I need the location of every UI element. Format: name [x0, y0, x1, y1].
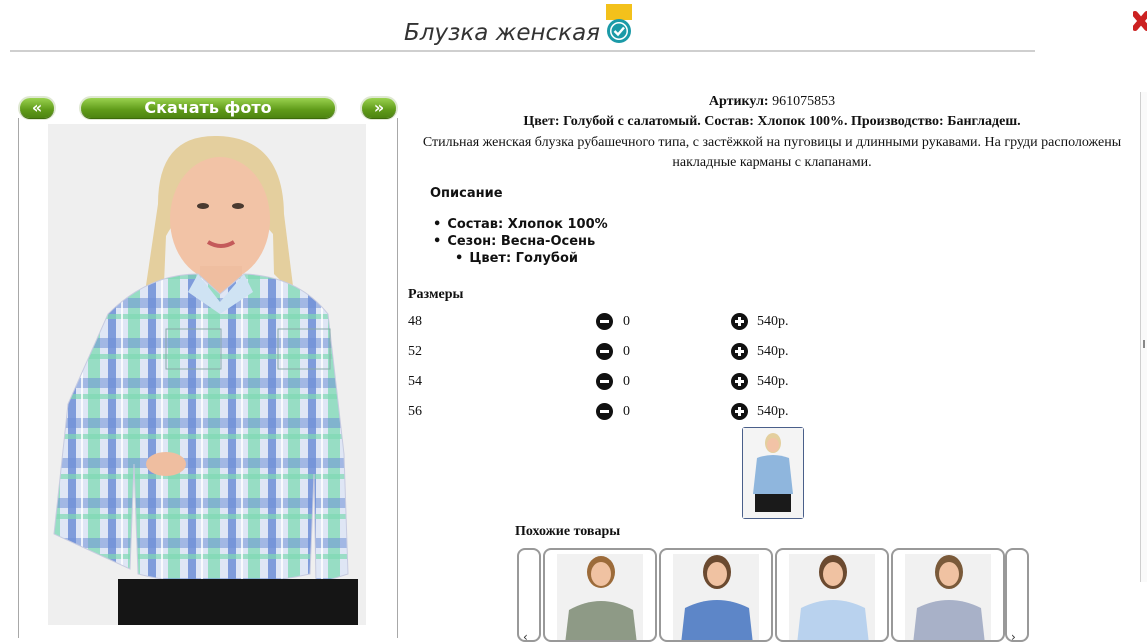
product-description: Стильная женская блузка рубашечного типа…: [422, 135, 1122, 170]
details-heading: Описание: [430, 186, 503, 201]
minus-circle-icon[interactable]: [596, 373, 613, 390]
plus-circle-icon[interactable]: [731, 343, 748, 360]
carousel-next-button[interactable]: ›: [1005, 548, 1029, 644]
details-item: Сезон: Весна-Осень: [433, 234, 595, 249]
size-quantity: 0: [623, 404, 630, 419]
sku-line: Артикул: 961075853: [412, 94, 1132, 110]
sku-label: Артикул:: [708, 94, 769, 109]
minus-circle-icon[interactable]: [596, 343, 613, 360]
sizes-heading: Размеры: [408, 287, 464, 302]
details-item: Цвет: Голубой: [455, 251, 578, 266]
size-value: 56: [408, 404, 422, 419]
spec-line: Цвет: Голубой с салатомый. Состав: Хлопо…: [523, 114, 1021, 129]
minus-circle-icon[interactable]: [596, 313, 613, 330]
size-quantity: 0: [623, 344, 630, 359]
sku-value: 961075853: [772, 94, 836, 109]
close-icon[interactable]: [1133, 8, 1147, 34]
vertical-scrollbar[interactable]: [1140, 92, 1147, 582]
size-row: 48 0 540р.: [408, 310, 808, 332]
similar-product-card[interactable]: [775, 548, 889, 642]
verified-badge-icon: [606, 4, 632, 43]
similar-product-card[interactable]: [891, 548, 1005, 642]
carousel-prev-button[interactable]: ‹: [517, 548, 541, 644]
size-quantity: 0: [623, 374, 630, 389]
scrollbar-grip[interactable]: [1143, 340, 1145, 348]
size-value: 48: [408, 314, 422, 329]
minus-circle-icon[interactable]: [596, 403, 613, 420]
plus-circle-icon[interactable]: [731, 403, 748, 420]
size-row: 56 0 540р.: [408, 400, 808, 422]
size-value: 54: [408, 374, 422, 389]
size-row: 54 0 540р.: [408, 370, 808, 392]
size-row: 52 0 540р.: [408, 340, 808, 362]
plus-circle-icon[interactable]: [731, 373, 748, 390]
details-item: Состав: Хлопок 100%: [433, 217, 607, 232]
similar-product-card[interactable]: [543, 548, 657, 642]
plus-circle-icon[interactable]: [731, 313, 748, 330]
chevron-right-icon: ›: [1011, 630, 1016, 644]
size-quantity: 0: [623, 314, 630, 329]
title-divider: [10, 50, 1035, 52]
similar-product-card[interactable]: [659, 548, 773, 642]
prev-photo-button[interactable]: «: [20, 98, 54, 118]
download-photo-button[interactable]: Скачать фото: [81, 98, 335, 118]
next-photo-button[interactable]: »: [362, 98, 396, 118]
size-price: 540р.: [757, 314, 789, 329]
page-title: Блузка женская: [404, 20, 600, 46]
photo-thumbnail[interactable]: [742, 427, 804, 519]
similar-products-heading: Похожие товары: [515, 524, 621, 539]
size-price: 540р.: [757, 344, 789, 359]
product-photo: [48, 124, 366, 625]
size-price: 540р.: [757, 374, 789, 389]
size-value: 52: [408, 344, 422, 359]
size-price: 540р.: [757, 404, 789, 419]
chevron-left-icon: ‹: [523, 630, 528, 644]
